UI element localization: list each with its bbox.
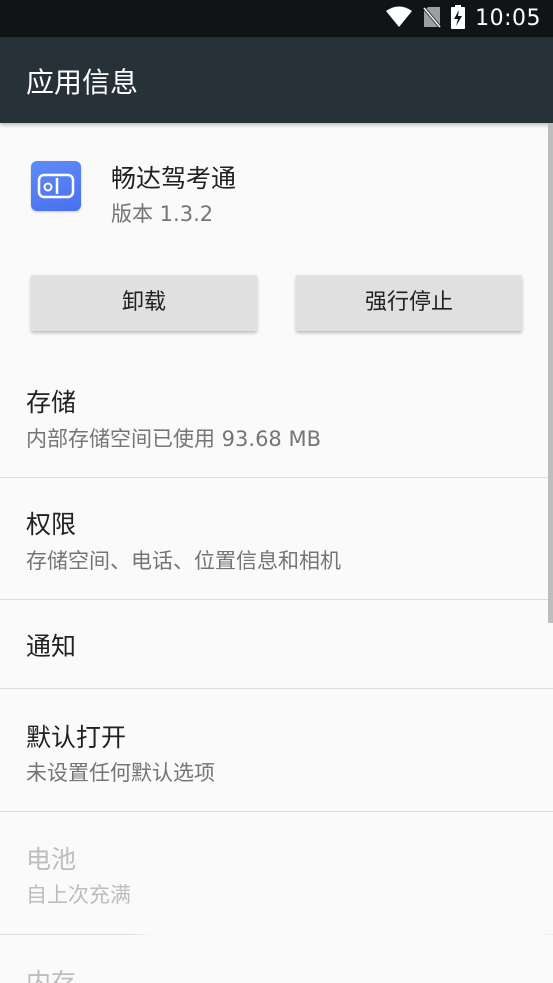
battery-charging-icon — [451, 4, 466, 33]
page-title: 应用信息 — [26, 66, 139, 99]
list-item-subtitle: 内部存储空间已使用 93.68 MB — [26, 427, 321, 451]
status-time: 10:05 — [475, 6, 541, 31]
app-version: 版本 1.3.2 — [111, 202, 214, 226]
list-item-subtitle: 存储空间、电话、位置信息和相机 — [26, 549, 341, 573]
status-icons: 10:05 — [385, 0, 541, 37]
list-item-title: 权限 — [26, 510, 77, 539]
list-item-notifications[interactable]: 通知 — [0, 600, 553, 689]
content: 畅达驾考通 版本 1.3.2 卸载 强行停止 存储 内部存储空间已使用 93.6… — [0, 123, 553, 983]
wifi-icon — [385, 6, 413, 32]
no-sim-icon — [422, 6, 442, 32]
app-header: 畅达驾考通 版本 1.3.2 — [0, 123, 553, 253]
list-item-title: 存储 — [26, 388, 77, 417]
list-item-title: 通知 — [26, 632, 77, 661]
fade-overlay — [140, 843, 553, 983]
list-item-title: 电池 — [26, 845, 77, 874]
scrollbar[interactable] — [548, 123, 553, 623]
force-stop-button[interactable]: 强行停止 — [296, 275, 522, 331]
list-item-subtitle: 自上次充满 — [26, 883, 131, 907]
uninstall-button[interactable]: 卸载 — [31, 275, 257, 331]
list-item-permissions[interactable]: 权限 存储空间、电话、位置信息和相机 — [0, 478, 553, 600]
app-name: 畅达驾考通 — [111, 164, 237, 193]
list-item-open-by-default[interactable]: 默认打开 未设置任何默认选项 — [0, 689, 553, 812]
list-item-title: 默认打开 — [26, 723, 127, 752]
app-icon — [31, 161, 81, 211]
list-item-title: 内存 — [26, 968, 77, 983]
list-item-subtitle: 未设置任何默认选项 — [26, 761, 215, 785]
status-bar: 10:05 — [0, 0, 553, 37]
list-item-storage[interactable]: 存储 内部存储空间已使用 93.68 MB — [0, 357, 553, 478]
app-info-screen: 10:05 应用信息 畅达驾考通 版本 1.3.2 卸载 强行停止 存储 内部存… — [0, 0, 553, 983]
app-bar: 应用信息 — [0, 37, 553, 123]
